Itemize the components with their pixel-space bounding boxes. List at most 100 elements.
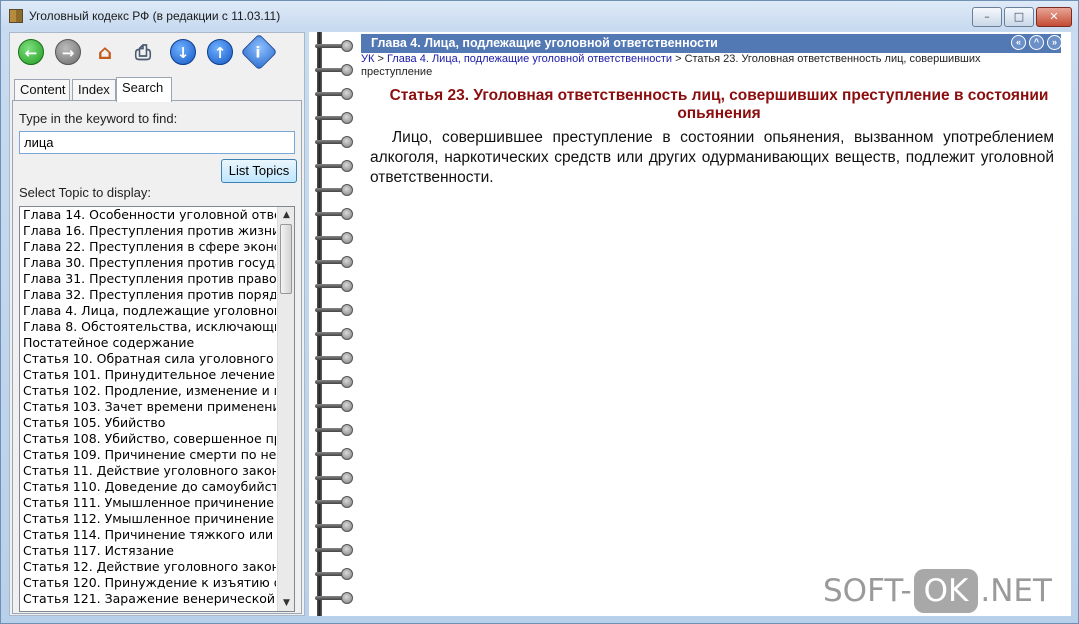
spiral-ring xyxy=(315,352,355,364)
list-item[interactable]: Статья 103. Зачет времени применения xyxy=(20,399,276,415)
ring-hole xyxy=(341,256,353,268)
navigation-pane: ← → ⌂ ⎙ ↓ ↑ i Content Index Search Type … xyxy=(9,32,305,616)
ring-hole xyxy=(341,328,353,340)
ring-hole xyxy=(341,472,353,484)
ring-hole xyxy=(341,376,353,388)
list-item[interactable]: Статья 109. Причинение смерти по нео xyxy=(20,447,276,463)
list-item[interactable]: Глава 22. Преступления в сфере эконо xyxy=(20,239,276,255)
topic-items: Глава 14. Особенности уголовной отве Глав… xyxy=(20,207,294,607)
spiral-ring xyxy=(315,112,355,124)
spiral-ring xyxy=(315,448,355,460)
close-button[interactable]: ✕ xyxy=(1036,7,1072,27)
spiral-ring xyxy=(315,592,355,604)
ring-hole xyxy=(341,400,353,412)
breadcrumb-chapter-link[interactable]: Глава 4. Лица, подлежащие уголовной отве… xyxy=(387,53,672,65)
print-icon[interactable]: ⎙ xyxy=(130,39,156,65)
list-item[interactable]: Статья 105. Убийство xyxy=(20,415,276,431)
topic-list-scrollbar[interactable]: ▲ ▼ xyxy=(277,207,294,611)
ring-hole xyxy=(341,568,353,580)
list-item[interactable]: Статья 120. Принуждение к изъятию ор xyxy=(20,575,276,591)
home-icon[interactable]: ⌂ xyxy=(92,39,118,65)
watermark: SOFT- OK .NET xyxy=(823,569,1052,613)
spiral-binding xyxy=(309,32,359,616)
spiral-ring xyxy=(315,400,355,412)
watermark-right: .NET xyxy=(980,573,1052,609)
search-panel: Type in the keyword to find: лица List T… xyxy=(12,100,302,614)
spiral-ring xyxy=(315,328,355,340)
list-item[interactable]: Постатейное содержание xyxy=(20,335,276,351)
list-item[interactable]: Статья 121. Заражение венерической б xyxy=(20,591,276,607)
ring-hole xyxy=(341,208,353,220)
list-item[interactable]: Статья 10. Обратная сила уголовного з xyxy=(20,351,276,367)
spiral-ring xyxy=(315,496,355,508)
ring-hole xyxy=(341,136,353,148)
list-item[interactable]: Статья 11. Действие уголовного закона xyxy=(20,463,276,479)
ring-hole xyxy=(341,280,353,292)
spiral-ring xyxy=(315,160,355,172)
toolbar: ← → ⌂ ⎙ ↓ ↑ i xyxy=(10,33,304,73)
spiral-ring xyxy=(315,88,355,100)
scroll-thumb[interactable] xyxy=(280,224,292,294)
ring-hole xyxy=(341,496,353,508)
scroll-down-icon[interactable]: ▼ xyxy=(278,595,294,611)
list-item[interactable]: Статья 108. Убийство, совершенное при xyxy=(20,431,276,447)
list-item[interactable]: Статья 117. Истязание xyxy=(20,543,276,559)
spiral-ring xyxy=(315,208,355,220)
spiral-ring xyxy=(315,280,355,292)
spiral-ring xyxy=(315,256,355,268)
list-topics-button[interactable]: List Topics xyxy=(221,159,297,183)
keyword-input[interactable]: лица xyxy=(19,131,295,154)
info-icon[interactable]: i xyxy=(240,33,278,71)
list-item[interactable]: Глава 16. Преступления против жизни xyxy=(20,223,276,239)
previous-topic-icon[interactable]: ↑ xyxy=(207,39,233,65)
breadcrumb-separator: > xyxy=(672,53,685,65)
list-item[interactable]: Глава 8. Обстоятельства, исключающие xyxy=(20,319,276,335)
list-item[interactable]: Статья 112. Умышленное причинение ср xyxy=(20,511,276,527)
list-item[interactable]: Статья 12. Действие уголовного закона xyxy=(20,559,276,575)
list-item[interactable]: Глава 4. Лица, подлежащие уголовной с xyxy=(20,303,276,319)
list-item[interactable]: Глава 14. Особенности уголовной отве xyxy=(20,207,276,223)
ring-hole xyxy=(341,352,353,364)
list-item[interactable]: Статья 110. Доведение до самоубийст xyxy=(20,479,276,495)
list-item[interactable]: Статья 114. Причинение тяжкого или ср xyxy=(20,527,276,543)
spiral-ring xyxy=(315,136,355,148)
breadcrumb: УК > Глава 4. Лица, подлежащие уголовной… xyxy=(361,53,1011,79)
ring-hole xyxy=(341,520,353,532)
tab-index[interactable]: Index xyxy=(72,79,116,101)
article-pane: Глава 4. Лица, подлежащие уголовной отве… xyxy=(359,32,1071,616)
list-item[interactable]: Статья 102. Продление, изменение и пр xyxy=(20,383,276,399)
tab-content[interactable]: Content xyxy=(14,79,70,101)
ring-hole xyxy=(341,232,353,244)
spiral-ring xyxy=(315,520,355,532)
next-topic-icon[interactable]: ↓ xyxy=(170,39,196,65)
list-item[interactable]: Глава 31. Преступления против правос xyxy=(20,271,276,287)
ring-hole xyxy=(341,184,353,196)
spiral-ring xyxy=(315,376,355,388)
title-bar[interactable]: Уголовный кодекс РФ (в редакции с 11.03.… xyxy=(1,1,1078,31)
topic-list[interactable]: Глава 14. Особенности уголовной отве Глав… xyxy=(19,206,295,612)
ring-hole xyxy=(341,544,353,556)
article-body: Лицо, совершившее преступление в состоян… xyxy=(370,129,1054,186)
list-item[interactable]: Глава 30. Преступления против госуда xyxy=(20,255,276,271)
maximize-button[interactable]: □ xyxy=(1004,7,1034,27)
ring-hole xyxy=(341,592,353,604)
back-arrow-icon[interactable]: ← xyxy=(18,39,44,65)
next-topic-nav-icon[interactable]: » xyxy=(1047,35,1062,50)
breadcrumb-root-link[interactable]: УК xyxy=(361,53,374,65)
prev-topic-icon[interactable]: « xyxy=(1011,35,1026,50)
up-topic-icon[interactable]: ^ xyxy=(1029,35,1044,50)
keyword-label: Type in the keyword to find: xyxy=(19,111,178,126)
spiral-ring xyxy=(315,184,355,196)
ring-hole xyxy=(341,160,353,172)
list-item[interactable]: Глава 32. Преступления против порядк xyxy=(20,287,276,303)
ring-hole xyxy=(341,88,353,100)
tab-search[interactable]: Search xyxy=(116,77,172,102)
list-item[interactable]: Статья 111. Умышленное причинение т xyxy=(20,495,276,511)
list-item[interactable]: Статья 101. Принудительное лечение в xyxy=(20,367,276,383)
minimize-button[interactable]: – xyxy=(972,7,1002,27)
spiral-ring xyxy=(315,472,355,484)
spiral-ring xyxy=(315,232,355,244)
spiral-ring xyxy=(315,544,355,556)
forward-arrow-icon[interactable]: → xyxy=(55,39,81,65)
scroll-up-icon[interactable]: ▲ xyxy=(278,207,294,223)
